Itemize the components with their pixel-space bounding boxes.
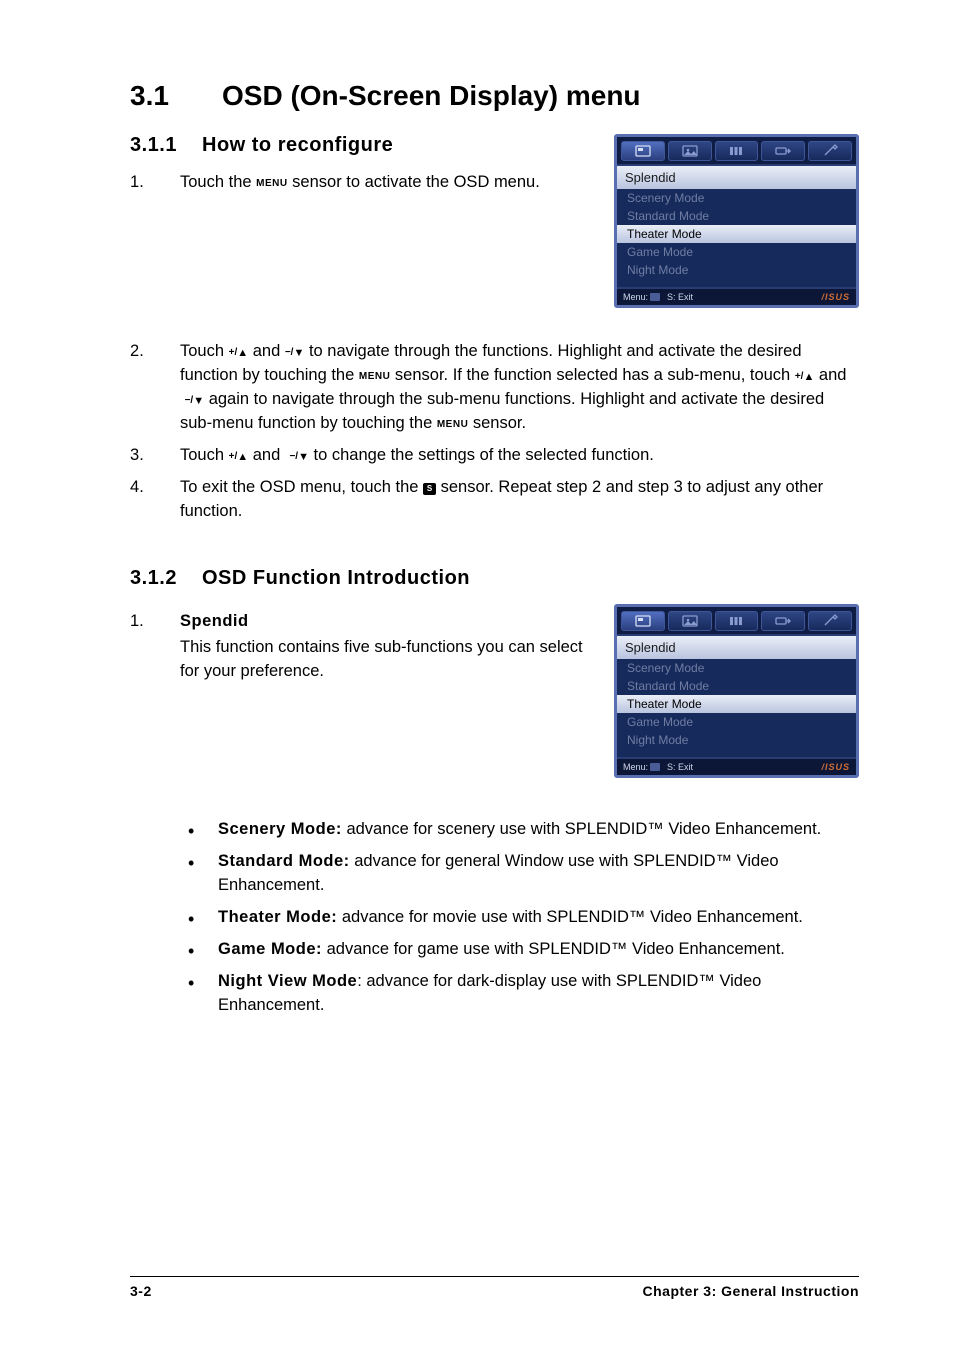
- osd-tab-splendid-icon: [621, 611, 665, 631]
- osd-item: Game Mode: [617, 713, 856, 731]
- list-item: Theater Mode: advance for movie use with…: [180, 906, 859, 930]
- up-arrow-icon: ▲: [237, 347, 248, 359]
- page-number: 3-2: [130, 1283, 152, 1299]
- list-item: Standard Mode: advance for general Windo…: [180, 850, 859, 898]
- sec-312-num: 3.1.2: [130, 567, 202, 590]
- osd-item-selected: Theater Mode: [617, 695, 856, 713]
- osd-tab-setup-icon: [808, 141, 852, 161]
- step-1: Touch the MENU sensor to activate the OS…: [130, 171, 594, 195]
- function-1: 1. Spendid This function contains five s…: [130, 610, 594, 684]
- osd-tab-splendid-icon: [621, 141, 665, 161]
- osd-item: Night Mode: [617, 261, 856, 279]
- osd-foot-menu-icon: [650, 293, 660, 301]
- sec-311-num: 3.1.1: [130, 134, 202, 157]
- osd-footer: Menu: S: Exit /ISUS: [617, 287, 856, 305]
- osd-foot-menu-icon: [650, 763, 660, 771]
- function-1-title: Spendid: [180, 610, 594, 634]
- osd-item: Standard Mode: [617, 207, 856, 225]
- menu-sensor-label: MENU: [256, 178, 287, 189]
- function-1-body: This function contains five sub-function…: [180, 638, 583, 680]
- osd-item: Standard Mode: [617, 677, 856, 695]
- page-footer: 3-2 Chapter 3: General Instruction: [130, 1276, 859, 1299]
- step-2: Touch +/▲ and −/▼ to navigate through th…: [130, 340, 859, 436]
- osd-tab-setup-icon: [808, 611, 852, 631]
- osd-tab-row: [617, 137, 856, 166]
- osd-tab-input-icon: [761, 141, 805, 161]
- osd-screenshot-1: Splendid Scenery Mode Standard Mode Thea…: [614, 134, 859, 308]
- heading-title: OSD (On-Screen Display) menu: [222, 80, 641, 111]
- splendid-modes-list: Scenery Mode: advance for scenery use wi…: [180, 818, 859, 1017]
- sec-312-heading: 3.1.2OSD Function Introduction: [130, 567, 859, 590]
- page-heading: 3.1OSD (On-Screen Display) menu: [130, 80, 859, 112]
- step-3: Touch +/▲ and −/▼ to change the settings…: [130, 444, 859, 468]
- s-sensor-icon: S: [423, 483, 436, 495]
- osd-tab-row: [617, 607, 856, 636]
- step-4: To exit the OSD menu, touch the S sensor…: [130, 476, 859, 524]
- down-arrow-icon: ▼: [293, 347, 304, 359]
- osd-footer: Menu: S: Exit /ISUS: [617, 757, 856, 775]
- list-item: Night View Mode: advance for dark-displa…: [180, 970, 859, 1018]
- chapter-label: Chapter 3: General Instruction: [643, 1283, 859, 1299]
- sec-312-title: OSD Function Introduction: [202, 567, 470, 589]
- sec-311-title: How to reconfigure: [202, 134, 393, 156]
- osd-menu-title: Splendid: [617, 636, 856, 659]
- osd-brand-logo: /ISUS: [821, 292, 850, 302]
- osd-item: Scenery Mode: [617, 659, 856, 677]
- list-item: Game Mode: advance for game use with SPL…: [180, 938, 859, 962]
- sec-311-heading: 3.1.1How to reconfigure: [130, 134, 594, 157]
- osd-item: Scenery Mode: [617, 189, 856, 207]
- osd-tab-image-icon: [668, 611, 712, 631]
- osd-menu-title: Splendid: [617, 166, 856, 189]
- osd-item: Game Mode: [617, 243, 856, 261]
- osd-brand-logo: /ISUS: [821, 762, 850, 772]
- osd-item-selected: Theater Mode: [617, 225, 856, 243]
- osd-tab-color-icon: [715, 141, 759, 161]
- osd-tab-color-icon: [715, 611, 759, 631]
- list-item: Scenery Mode: advance for scenery use wi…: [180, 818, 859, 842]
- heading-number: 3.1: [130, 80, 222, 112]
- osd-tab-input-icon: [761, 611, 805, 631]
- osd-screenshot-2: Splendid Scenery Mode Standard Mode Thea…: [614, 604, 859, 778]
- osd-item: Night Mode: [617, 731, 856, 749]
- osd-tab-image-icon: [668, 141, 712, 161]
